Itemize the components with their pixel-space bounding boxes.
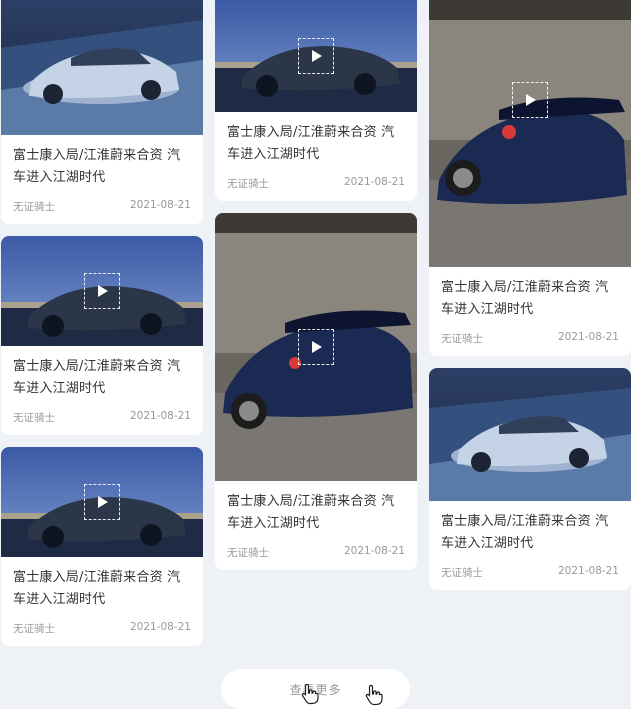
feed-card[interactable]: 富士康入局/江淮蔚来合资 汽车进入江湖时代 无证骑士 2021-08-21	[1, 236, 203, 435]
card-thumbnail[interactable]	[1, 447, 203, 557]
hand-pointer-icon	[365, 684, 383, 706]
feed-column-2: 富士康入局/江淮蔚来合资 汽车进入江湖时代 无证骑士 2021-08-21 富士…	[215, 0, 417, 582]
card-thumbnail[interactable]	[1, 0, 203, 135]
card-date: 2021-08-21	[129, 410, 191, 422]
card-title[interactable]: 富士康入局/江淮蔚来合资 汽车进入江湖时代	[227, 491, 405, 535]
card-title[interactable]: 富士康入局/江淮蔚来合资 汽车进入江湖时代	[13, 356, 191, 400]
card-date: 2021-08-21	[343, 545, 405, 557]
card-author: 无证骑士	[13, 623, 55, 635]
play-icon	[98, 285, 108, 297]
card-title[interactable]: 富士康入局/江淮蔚来合资 汽车进入江湖时代	[227, 122, 405, 166]
hand-pointer-icon	[301, 683, 319, 705]
card-author: 无证骑士	[227, 178, 269, 190]
card-date: 2021-08-21	[129, 199, 191, 211]
card-title[interactable]: 富士康入局/江淮蔚来合资 汽车进入江湖时代	[441, 511, 619, 555]
card-title[interactable]: 富士康入局/江淮蔚来合资 汽车进入江湖时代	[441, 277, 619, 321]
play-icon	[526, 93, 536, 106]
feed-card[interactable]: 富士康入局/江淮蔚来合资 汽车进入江湖时代 无证骑士 2021-08-21	[429, 368, 631, 590]
video-play-button[interactable]	[84, 484, 120, 520]
card-title[interactable]: 富士康入局/江淮蔚来合资 汽车进入江湖时代	[13, 567, 191, 611]
feed-card[interactable]: 富士康入局/江淮蔚来合资 汽车进入江湖时代 无证骑士 2021-08-21	[1, 447, 203, 646]
card-date: 2021-08-21	[129, 621, 191, 633]
card-thumbnail[interactable]	[215, 213, 417, 481]
feed-card[interactable]: 富士康入局/江淮蔚来合资 汽车进入江湖时代 无证骑士 2021-08-21	[215, 0, 417, 201]
card-title[interactable]: 富士康入局/江淮蔚来合资 汽车进入江湖时代	[13, 145, 191, 189]
feed-column-3: 富士康入局/江淮蔚来合资 汽车进入江湖时代 无证骑士 2021-08-21 富士…	[429, 0, 631, 602]
card-date: 2021-08-21	[557, 331, 619, 343]
card-author: 无证骑士	[13, 201, 55, 213]
card-author: 无证骑士	[13, 412, 55, 424]
video-play-button[interactable]	[298, 329, 334, 365]
video-play-button[interactable]	[298, 38, 334, 74]
play-icon	[312, 341, 322, 353]
play-icon	[98, 496, 108, 508]
card-thumbnail[interactable]	[215, 0, 417, 112]
feed-card[interactable]: 富士康入局/江淮蔚来合资 汽车进入江湖时代 无证骑士 2021-08-21	[429, 0, 631, 356]
card-author: 无证骑士	[227, 547, 269, 559]
card-author: 无证骑士	[441, 567, 483, 579]
card-thumbnail[interactable]	[429, 368, 631, 501]
card-thumbnail[interactable]	[1, 236, 203, 346]
card-date: 2021-08-21	[343, 176, 405, 188]
feed-card[interactable]: 富士康入局/江淮蔚来合资 汽车进入江湖时代 无证骑士 2021-08-21	[215, 213, 417, 570]
card-date: 2021-08-21	[557, 565, 619, 577]
video-play-button[interactable]	[84, 273, 120, 309]
card-author: 无证骑士	[441, 333, 483, 345]
play-icon	[312, 50, 322, 62]
video-play-button[interactable]	[512, 81, 548, 118]
feed-card[interactable]: 富士康入局/江淮蔚来合资 汽车进入江湖时代 无证骑士 2021-08-21	[1, 0, 203, 224]
feed-column-1: 富士康入局/江淮蔚来合资 汽车进入江湖时代 无证骑士 2021-08-21 富士…	[1, 0, 203, 658]
card-thumbnail[interactable]	[429, 0, 631, 267]
